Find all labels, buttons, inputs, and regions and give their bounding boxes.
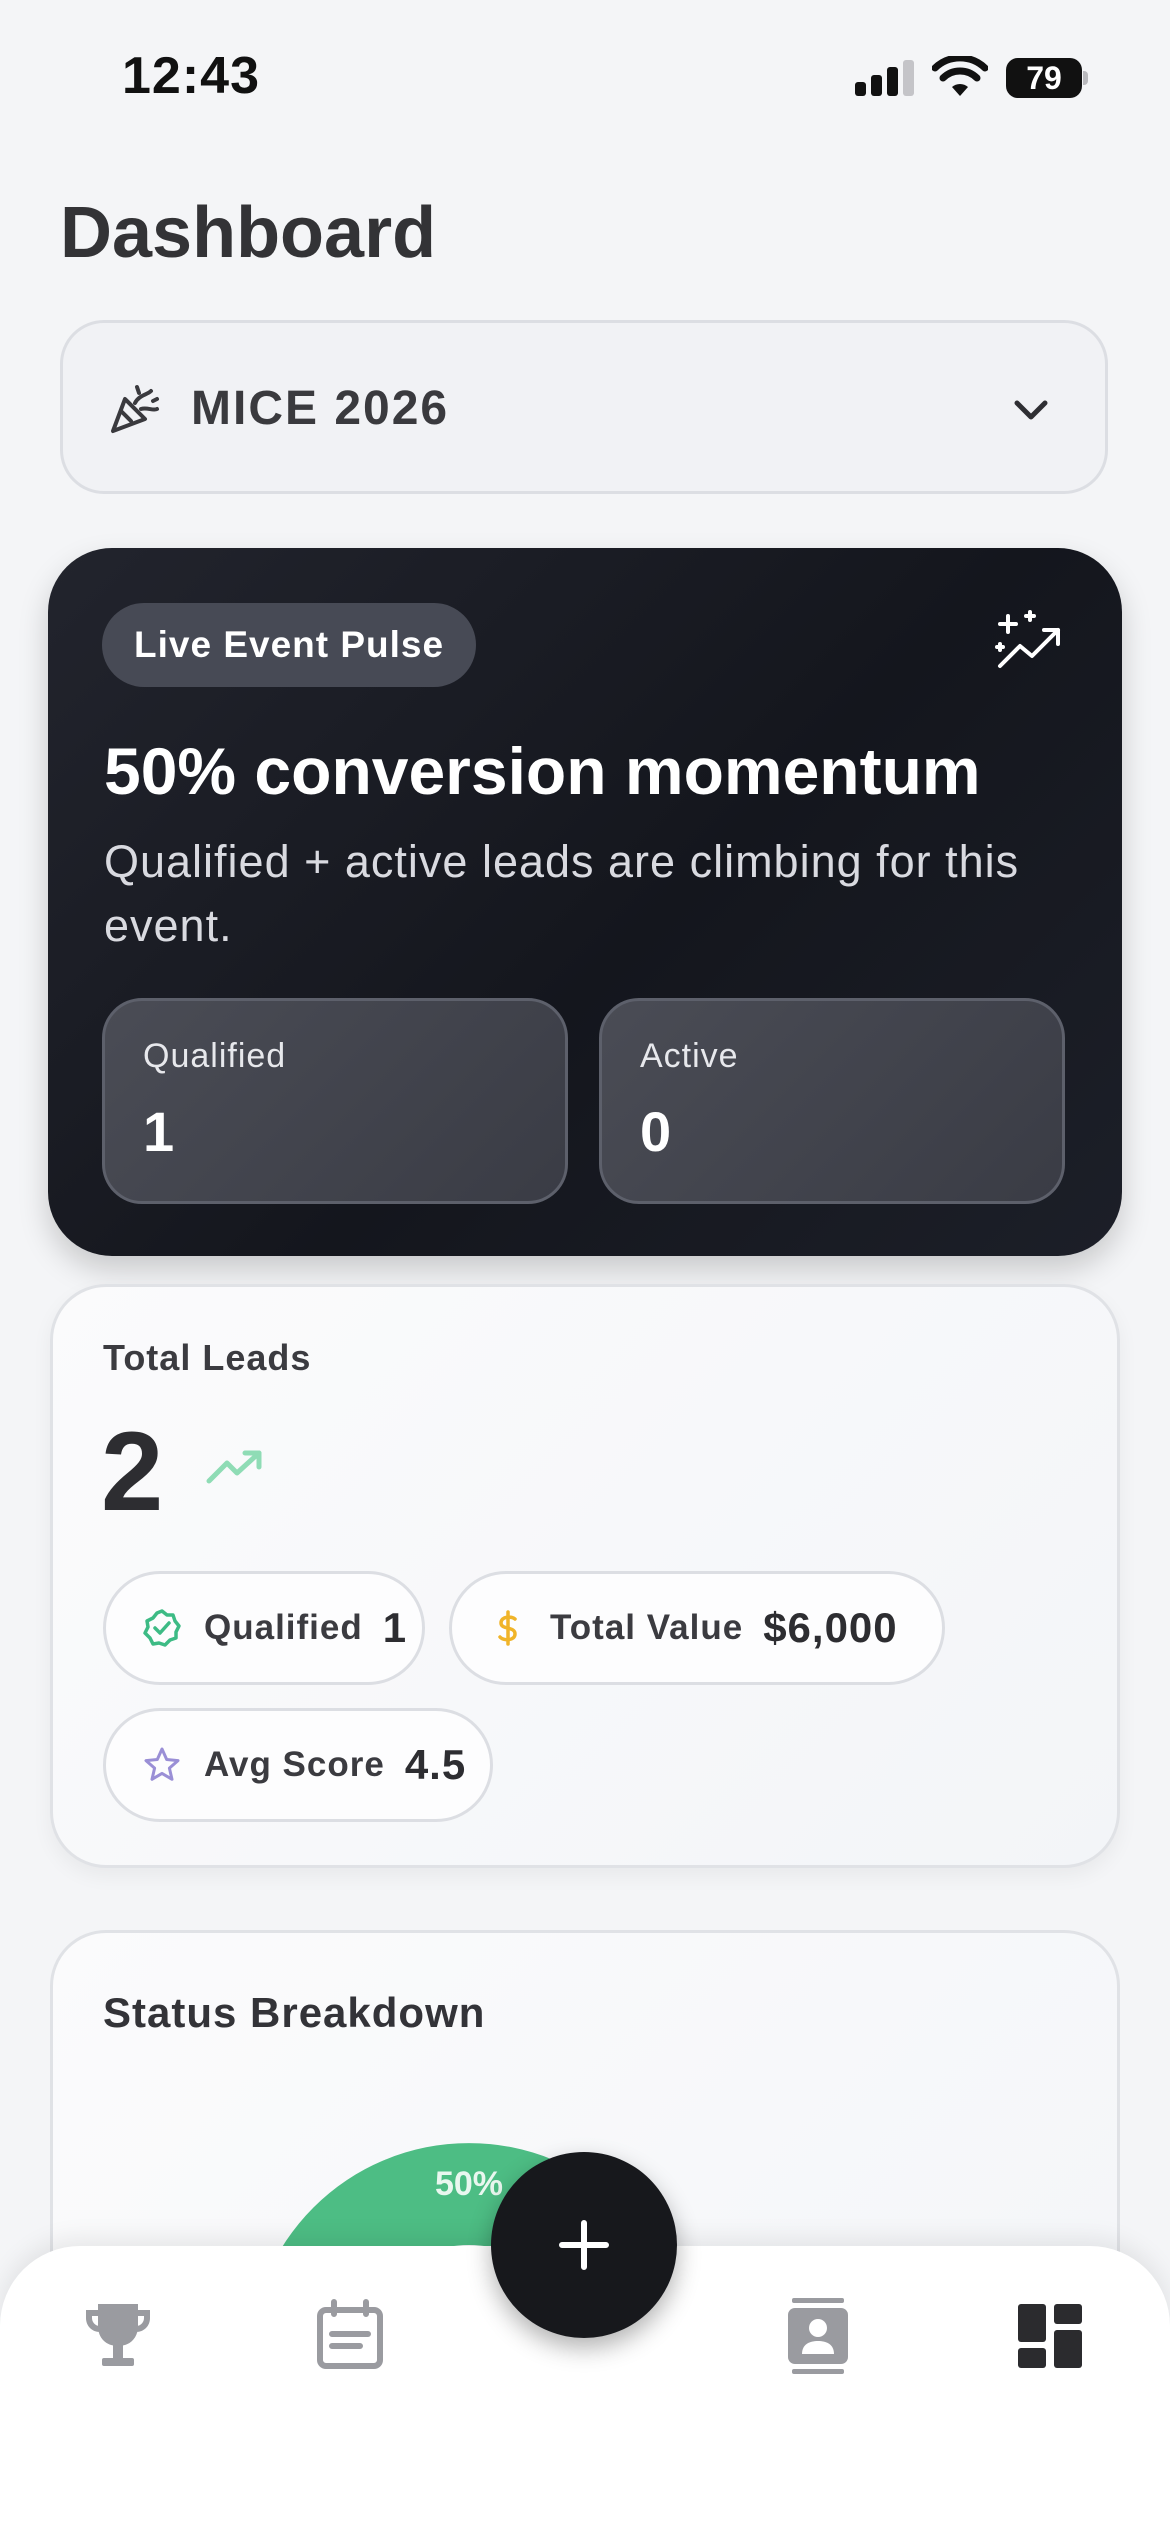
total-leads-label: Total Leads — [103, 1337, 312, 1378]
trophy-icon[interactable] — [78, 2296, 158, 2376]
battery-level: 79 — [1026, 60, 1062, 96]
star-icon — [144, 1747, 180, 1781]
contacts-icon[interactable] — [778, 2296, 858, 2376]
sparkle-chart-icon — [995, 610, 1060, 668]
status-breakdown-title: Status Breakdown — [103, 1989, 486, 2036]
event-selector-value: MICE 2026 — [191, 382, 450, 435]
plus-icon — [559, 2220, 609, 2270]
wifi-icon — [932, 56, 988, 96]
avg-score-pill[interactable]: Avg Score 4.5 — [103, 1708, 493, 1822]
verified-badge-icon — [143, 1609, 181, 1647]
page-title: Dashboard — [60, 193, 437, 273]
dollar-icon — [498, 1610, 517, 1646]
pill-value: $6,000 — [763, 1604, 898, 1651]
live-event-pulse-badge: Live Event Pulse — [102, 603, 477, 687]
pill-value: 1 — [382, 1604, 408, 1651]
stat-label: Qualified — [143, 1037, 287, 1075]
total-leads-card[interactable]: Total Leads 2 Qualified 1 Total Value $6… — [50, 1284, 1120, 1868]
pill-label: Total Value — [550, 1608, 744, 1647]
party-popper-icon — [111, 385, 159, 433]
status-time: 12:43 — [122, 47, 260, 105]
total-value-pill[interactable]: Total Value $6,000 — [449, 1571, 945, 1685]
event-selector[interactable]: MICE 2026 — [60, 320, 1108, 494]
active-stat-tile: Active 0 — [599, 998, 1065, 1204]
pill-value: 4.5 — [404, 1741, 467, 1788]
status-bar: 12:43 79 — [0, 0, 1170, 150]
battery-icon: 79 — [1006, 58, 1088, 98]
calendar-icon[interactable] — [310, 2296, 390, 2376]
pill-label: Avg Score — [204, 1745, 385, 1784]
hero-headline: 50% conversion momentum — [104, 734, 981, 808]
qualified-pill[interactable]: Qualified 1 — [103, 1571, 425, 1685]
dashboard-icon[interactable] — [1010, 2296, 1090, 2376]
total-leads-value: 2 — [101, 1409, 164, 1534]
trending-up-icon — [206, 1450, 262, 1484]
chevron-down-icon — [1014, 400, 1048, 420]
stat-value: 0 — [640, 1100, 672, 1163]
qualified-stat-tile: Qualified 1 — [102, 998, 568, 1204]
hero-subline: Qualified + active leads are climbing fo… — [104, 836, 1020, 951]
pill-label: Qualified — [204, 1608, 363, 1647]
add-button[interactable] — [491, 2152, 677, 2338]
event-pulse-card: Live Event Pulse 50% conversion momentum… — [48, 548, 1122, 1256]
cellular-signal-icon — [855, 60, 915, 96]
stat-label: Active — [640, 1037, 739, 1075]
stat-value: 1 — [143, 1100, 175, 1163]
